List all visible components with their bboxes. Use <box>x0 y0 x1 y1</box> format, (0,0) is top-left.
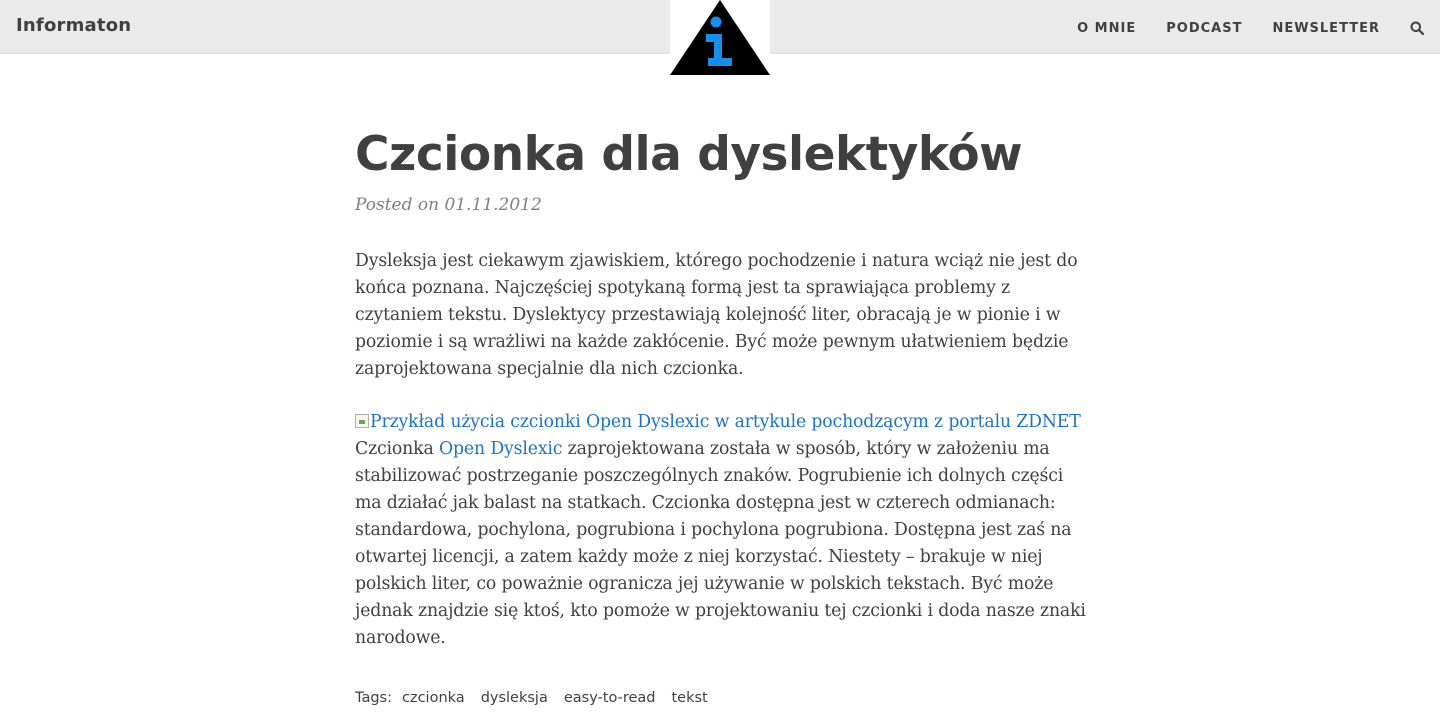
tag-link[interactable]: czcionka <box>402 690 465 706</box>
nav-item-podcast[interactable]: PODCAST <box>1166 21 1242 36</box>
paragraph-text: Czcionka <box>355 439 439 459</box>
tag-link[interactable]: tekst <box>671 690 707 706</box>
broken-image-icon <box>355 414 369 428</box>
post-content: Dysleksja jest ciekawym zjawiskiem, któr… <box>355 248 1090 652</box>
nav-item-o-mnie[interactable]: O MNIE <box>1077 21 1136 36</box>
post-date: Posted on 01.11.2012 <box>355 195 542 215</box>
post-title: Czcionka dla dyslektyków <box>355 127 1023 182</box>
blog-post: Czcionka dla dyslektyków Posted on 01.11… <box>355 120 1090 678</box>
main-nav: O MNIE PODCAST NEWSLETTER <box>1077 19 1440 37</box>
search-icon[interactable] <box>1410 21 1424 35</box>
post-paragraph: Dysleksja jest ciekawym zjawiskiem, któr… <box>355 251 1078 379</box>
tag-link[interactable]: easy-to-read <box>564 690 656 706</box>
site-brand-link[interactable]: Informaton <box>16 15 131 36</box>
open-dyslexic-link[interactable]: Open Dyslexic <box>439 439 562 459</box>
nav-item-newsletter[interactable]: NEWSLETTER <box>1272 21 1380 36</box>
info-triangle-logo-icon <box>670 0 770 75</box>
tags-label: Tags: <box>355 690 392 706</box>
post-paragraph: Przykład użycia czcionki Open Dyslexic w… <box>355 409 1090 652</box>
top-navbar: Informaton O MNIE PODCAST NEWSLETTER <box>0 0 1440 75</box>
post-tags: Tags: czcionka dysleksja easy-to-read te… <box>355 690 724 706</box>
image-alt-text: Przykład użycia czcionki Open Dyslexic w… <box>370 412 1081 432</box>
tag-link[interactable]: dysleksja <box>481 690 548 706</box>
broken-image-link[interactable]: Przykład użycia czcionki Open Dyslexic w… <box>355 412 1081 432</box>
site-logo[interactable] <box>670 0 770 75</box>
paragraph-text: zaprojektowana została w sposób, który w… <box>355 439 1086 648</box>
